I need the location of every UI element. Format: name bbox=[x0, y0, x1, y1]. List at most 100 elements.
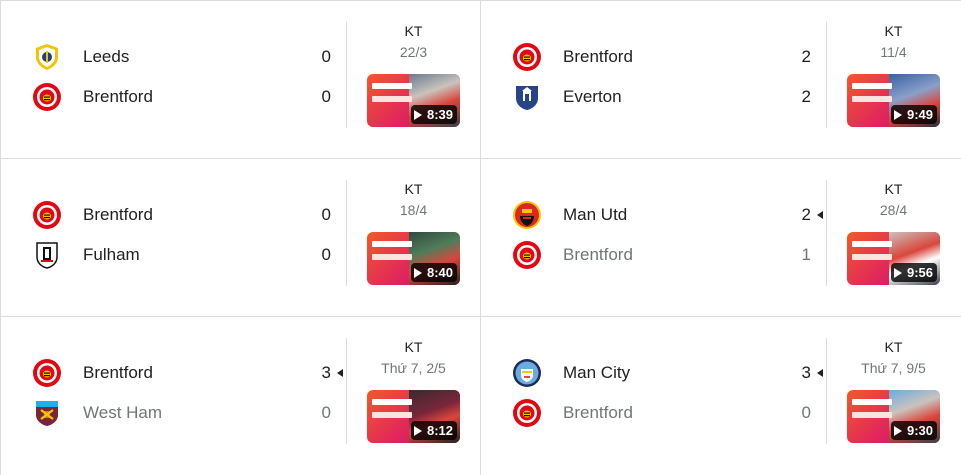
match-date: 18/4 bbox=[399, 202, 428, 218]
man-city-crest-icon bbox=[511, 357, 543, 389]
play-icon bbox=[893, 109, 902, 120]
play-icon bbox=[413, 425, 422, 436]
highlight-video-thumbnail[interactable]: 8:12 bbox=[367, 390, 460, 443]
home-team-row: Man City 3 bbox=[511, 357, 811, 389]
away-team-name: Brentford bbox=[563, 403, 633, 422]
away-score: 0 bbox=[321, 403, 331, 422]
away-team-row: Brentford 0 bbox=[31, 81, 331, 113]
thumbnail-banner bbox=[852, 412, 892, 418]
thumbnail-banner bbox=[852, 83, 892, 89]
away-score: 2 bbox=[801, 87, 811, 106]
thumbnail-banner bbox=[372, 241, 412, 247]
home-team-name: Man City bbox=[563, 363, 631, 382]
away-score: 0 bbox=[321, 87, 331, 106]
highlight-video-thumbnail[interactable]: 9:30 bbox=[847, 390, 940, 443]
thumbnail-banner bbox=[372, 399, 412, 405]
winner-indicator-icon bbox=[337, 369, 343, 377]
status-label: KT bbox=[884, 23, 903, 39]
home-score: 3 bbox=[801, 363, 811, 382]
duration-text: 9:56 bbox=[906, 265, 933, 280]
video-duration: 8:40 bbox=[410, 263, 457, 282]
leeds-crest-icon bbox=[31, 41, 63, 73]
home-score: 3 bbox=[321, 363, 331, 382]
home-score: 0 bbox=[321, 47, 331, 66]
brentford-crest-icon bbox=[31, 199, 63, 231]
highlight-video-thumbnail[interactable]: 8:39 bbox=[367, 74, 460, 127]
winner-indicator-icon bbox=[817, 369, 823, 377]
match-date: Thứ 7, 2/5 bbox=[381, 360, 446, 376]
match-card[interactable]: Brentford 3 West Ham 0 KT Thứ 7, 2/5 8:1… bbox=[1, 317, 481, 475]
match-card[interactable]: Man Utd 2 Brentford 1 KT 28/4 9:56 bbox=[481, 159, 961, 317]
video-duration: 9:49 bbox=[890, 105, 937, 124]
duration-text: 8:39 bbox=[426, 107, 453, 122]
match-card[interactable]: Leeds 0 Brentford 0 KT 22/3 8:39 bbox=[1, 1, 481, 159]
highlight-video-thumbnail[interactable]: 9:56 bbox=[847, 232, 940, 285]
west-ham-crest-icon bbox=[31, 397, 63, 429]
status-label: KT bbox=[884, 339, 903, 355]
thumbnail-banner bbox=[852, 254, 892, 260]
play-icon bbox=[893, 425, 902, 436]
play-icon bbox=[893, 267, 902, 278]
highlight-video-thumbnail[interactable]: 9:49 bbox=[847, 74, 940, 127]
thumbnail-banner bbox=[852, 399, 892, 405]
play-icon bbox=[413, 109, 422, 120]
match-card[interactable]: Man City 3 Brentford 0 KT Thứ 7, 9/5 9:3… bbox=[481, 317, 961, 475]
brentford-crest-icon bbox=[511, 397, 543, 429]
brentford-crest-icon bbox=[31, 357, 63, 389]
video-duration: 8:12 bbox=[410, 421, 457, 440]
home-team-name: Brentford bbox=[83, 205, 153, 224]
match-card[interactable]: Brentford 2 Everton 2 KT 11/4 9:49 bbox=[481, 1, 961, 159]
away-team-row: Everton 2 bbox=[511, 81, 811, 113]
match-date: Thứ 7, 9/5 bbox=[861, 360, 926, 376]
home-team-row: Man Utd 2 bbox=[511, 199, 811, 231]
match-date: 22/3 bbox=[399, 44, 428, 60]
status-label: KT bbox=[404, 181, 423, 197]
match-date: 28/4 bbox=[879, 202, 908, 218]
status-label: KT bbox=[404, 339, 423, 355]
away-team-row: West Ham 0 bbox=[31, 397, 331, 429]
video-duration: 8:39 bbox=[410, 105, 457, 124]
away-team-row: Fulham 0 bbox=[31, 239, 331, 271]
brentford-crest-icon bbox=[511, 41, 543, 73]
brentford-crest-icon bbox=[511, 239, 543, 271]
duration-text: 9:30 bbox=[906, 423, 933, 438]
home-score: 2 bbox=[801, 205, 811, 224]
home-team-row: Brentford 0 bbox=[31, 199, 331, 231]
away-team-name: Brentford bbox=[83, 87, 153, 106]
brentford-crest-icon bbox=[31, 81, 63, 113]
match-date: 11/4 bbox=[880, 44, 907, 60]
home-score: 0 bbox=[321, 205, 331, 224]
highlight-video-thumbnail[interactable]: 8:40 bbox=[367, 232, 460, 285]
home-team-row: Brentford 2 bbox=[511, 41, 811, 73]
duration-text: 8:40 bbox=[426, 265, 453, 280]
video-duration: 9:56 bbox=[890, 263, 937, 282]
match-list: Leeds 0 Brentford 0 KT 22/3 8:39 Brentfo… bbox=[0, 0, 961, 475]
home-team-row: Leeds 0 bbox=[31, 41, 331, 73]
thumbnail-banner bbox=[852, 96, 892, 102]
away-score: 0 bbox=[801, 403, 811, 422]
away-team-row: Brentford 1 bbox=[511, 239, 811, 271]
thumbnail-banner bbox=[372, 254, 412, 260]
match-card[interactable]: Brentford 0 Fulham 0 KT 18/4 8:40 bbox=[1, 159, 481, 317]
home-team-name: Brentford bbox=[563, 47, 633, 66]
away-team-row: Brentford 0 bbox=[511, 397, 811, 429]
away-team-name: Everton bbox=[563, 87, 622, 106]
man-utd-crest-icon bbox=[511, 199, 543, 231]
status-label: KT bbox=[884, 181, 903, 197]
away-team-name: Brentford bbox=[563, 245, 633, 264]
away-team-name: Fulham bbox=[83, 245, 140, 264]
duration-text: 8:12 bbox=[426, 423, 453, 438]
thumbnail-banner bbox=[372, 412, 412, 418]
everton-crest-icon bbox=[511, 81, 543, 113]
away-score: 1 bbox=[801, 245, 811, 264]
thumbnail-banner bbox=[372, 83, 412, 89]
thumbnail-banner bbox=[372, 96, 412, 102]
away-team-name: West Ham bbox=[83, 403, 163, 422]
play-icon bbox=[413, 267, 422, 278]
video-duration: 9:30 bbox=[890, 421, 937, 440]
home-team-row: Brentford 3 bbox=[31, 357, 331, 389]
home-team-name: Man Utd bbox=[563, 205, 628, 224]
fulham-crest-icon bbox=[31, 239, 63, 271]
home-score: 2 bbox=[801, 47, 811, 66]
winner-indicator-icon bbox=[817, 211, 823, 219]
